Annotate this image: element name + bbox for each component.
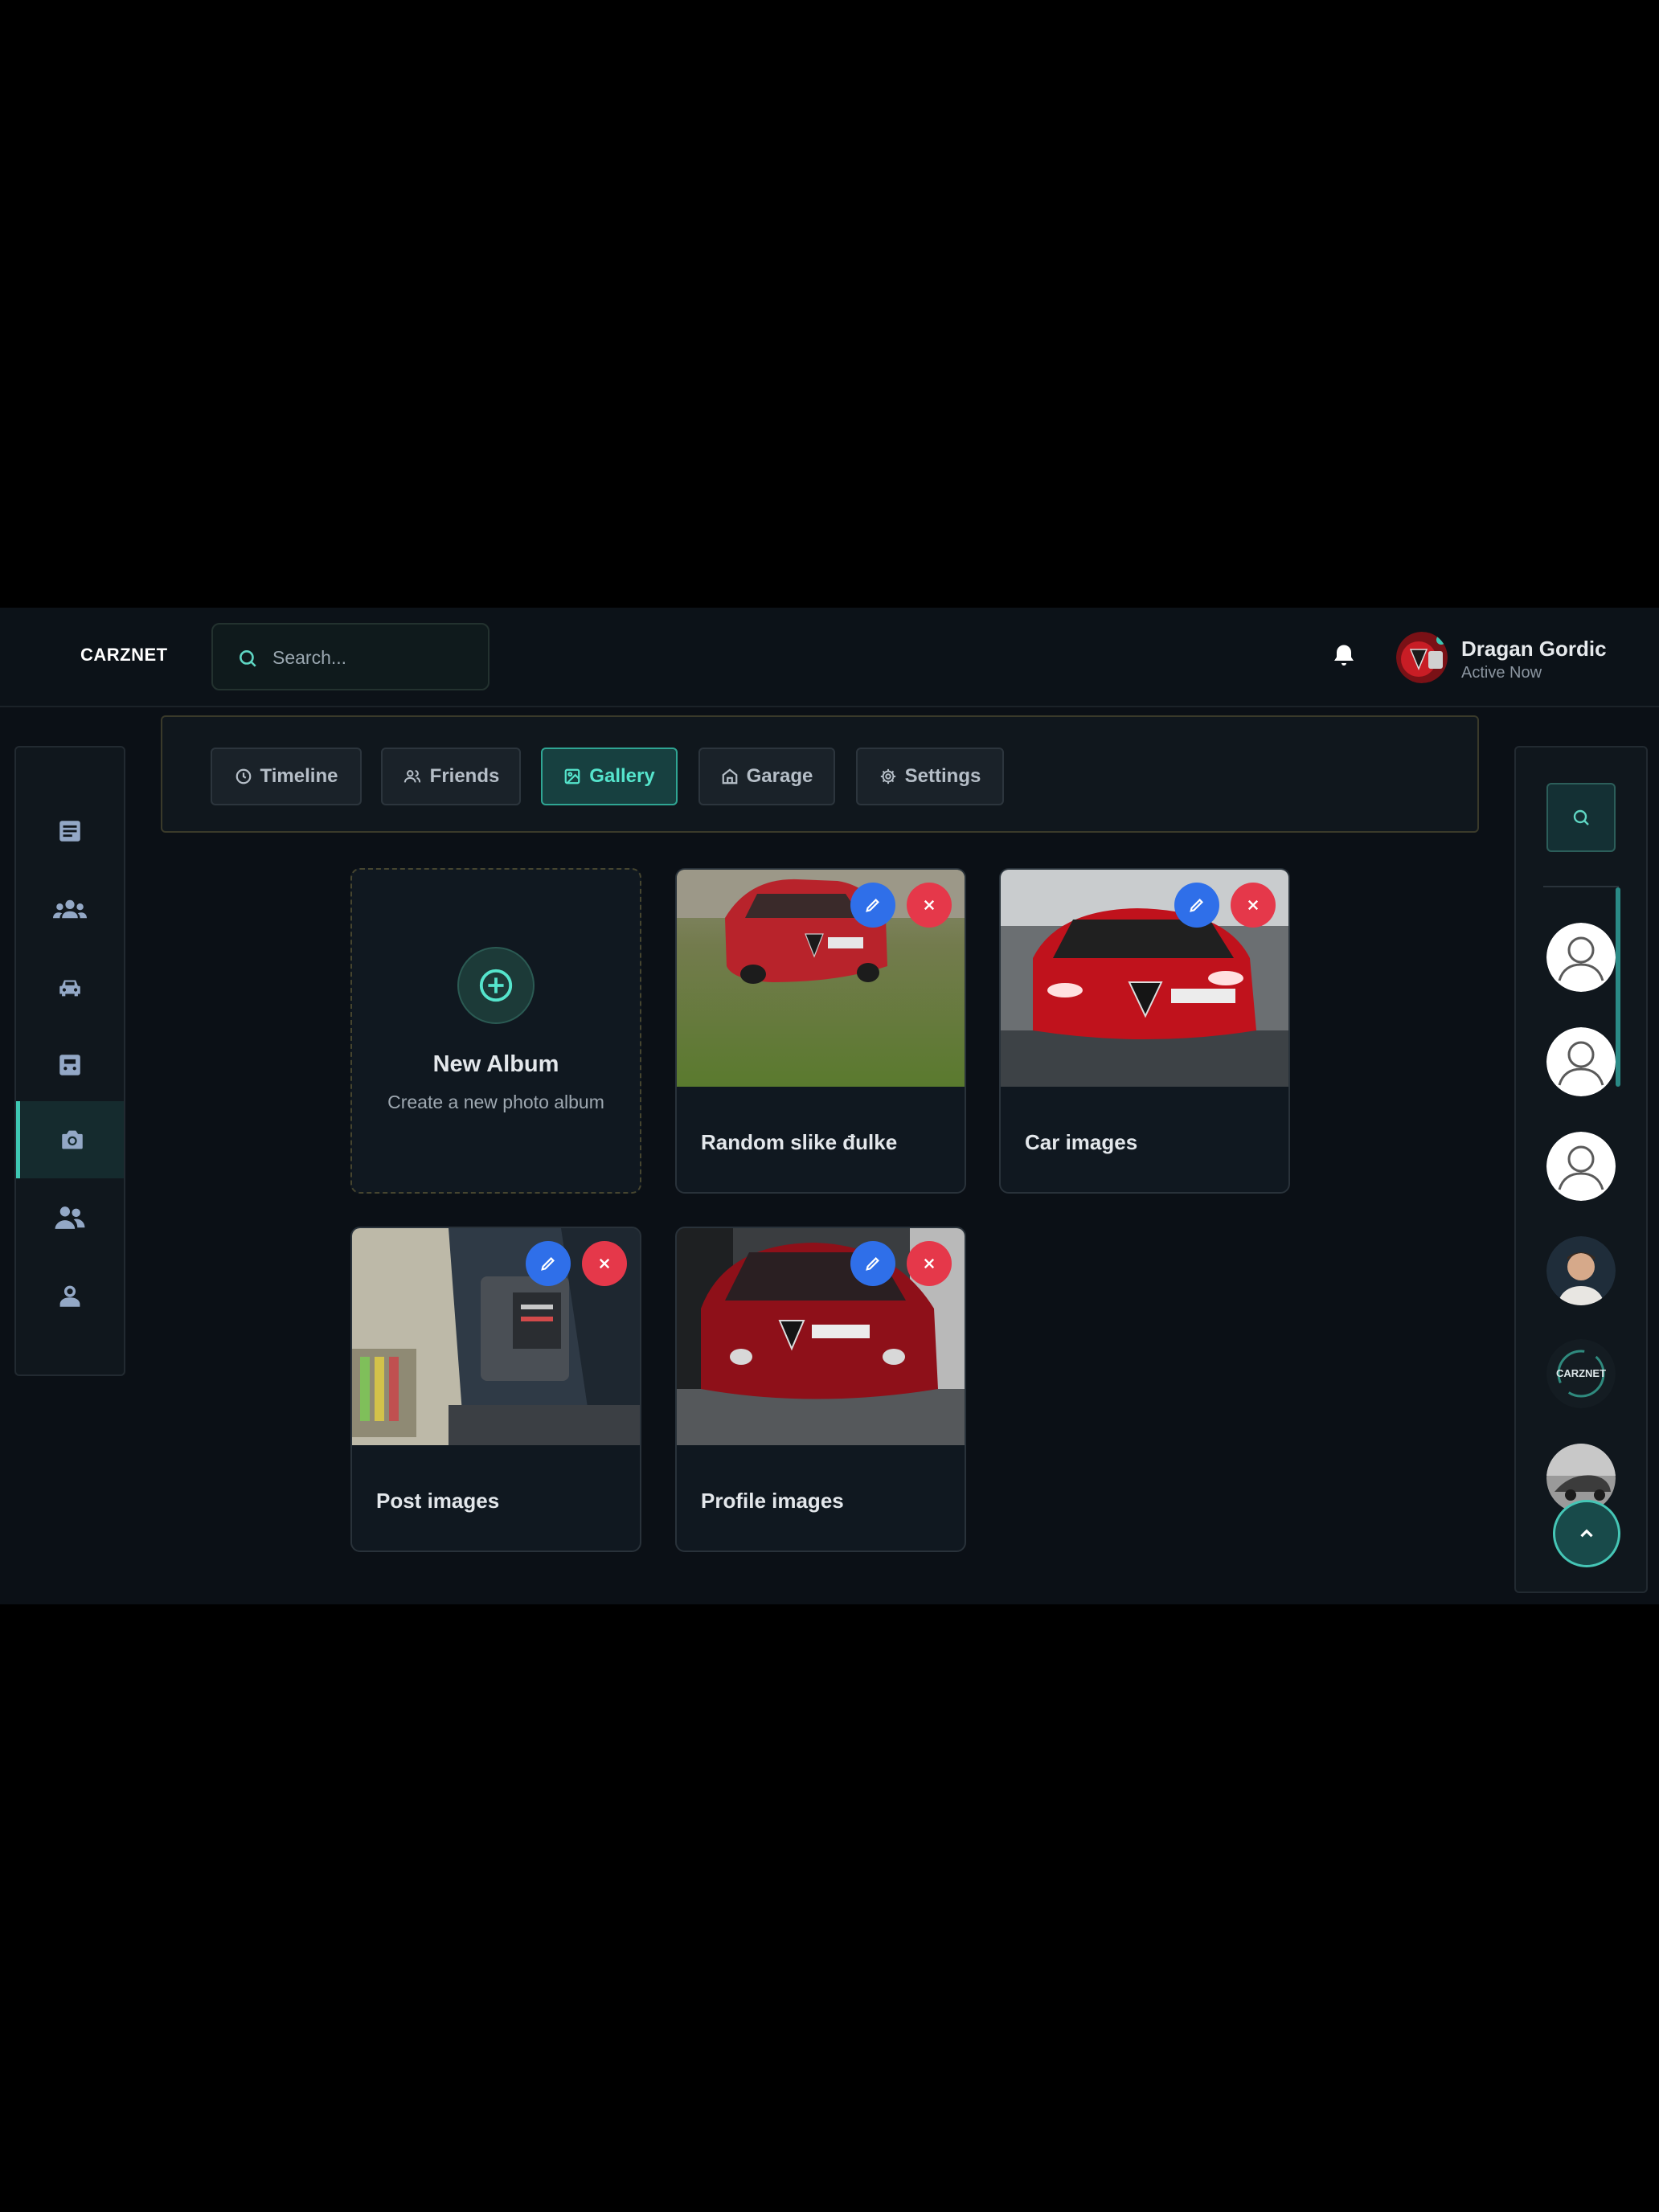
carznet-logo-text: CARZNET [1556, 1367, 1606, 1379]
album-card[interactable]: Profile images [675, 1227, 966, 1552]
delete-album-button[interactable] [907, 1241, 952, 1286]
search-box[interactable] [211, 623, 490, 690]
gear-icon [880, 768, 895, 784]
chevron-up-icon [1580, 1529, 1593, 1538]
edit-album-button[interactable] [850, 883, 895, 928]
album-title: Car images [1025, 1130, 1138, 1154]
top-header: CARZNET Dragan Gordic Active Now [0, 608, 1659, 707]
tab-timeline[interactable]: Timeline [211, 748, 362, 805]
notification-bell-icon[interactable] [1329, 641, 1358, 670]
close-icon [924, 899, 935, 911]
article-icon [59, 821, 80, 842]
home-icon [722, 768, 737, 784]
car-front-icon [59, 1055, 80, 1075]
app-window: CARZNET Dragan Gordic Active Now [0, 608, 1659, 1604]
sidebar-item-garage[interactable] [16, 1026, 124, 1104]
album-card[interactable]: Car images [999, 868, 1290, 1194]
profile-tabs: Timeline Friends Gallery Garage Settings [161, 715, 1479, 833]
sidebar-item-groups[interactable] [16, 870, 124, 948]
friend-avatar[interactable] [1546, 923, 1616, 992]
edit-album-button[interactable] [1174, 883, 1219, 928]
sidebar-item-profile[interactable] [16, 1257, 124, 1334]
friend-avatar[interactable] [1546, 1132, 1616, 1201]
pencil-icon [541, 1257, 555, 1271]
delete-album-button[interactable] [582, 1241, 627, 1286]
scroll-to-top-button[interactable] [1553, 1500, 1620, 1567]
album-card[interactable]: Random slike đulke [675, 868, 966, 1194]
tab-garage[interactable]: Garage [698, 748, 835, 805]
album-title: Post images [376, 1489, 500, 1513]
search-icon [1573, 809, 1589, 825]
car-icon [59, 980, 80, 997]
user-avatar[interactable] [1396, 632, 1448, 683]
close-icon [924, 1258, 935, 1269]
new-album-title: New Album [432, 1051, 559, 1077]
tab-gallery[interactable]: Gallery [541, 748, 678, 805]
scrollbar[interactable] [1616, 887, 1620, 1087]
tab-friends[interactable]: Friends [381, 748, 521, 805]
close-icon [1247, 899, 1259, 911]
tab-friends-label: Friends [429, 765, 500, 787]
divider [1543, 886, 1619, 887]
tab-timeline-label: Timeline [260, 765, 338, 787]
tab-gallery-label: Gallery [589, 765, 655, 787]
friends-sidebar: CARZNET [1514, 746, 1648, 1593]
edit-album-button[interactable] [526, 1241, 571, 1286]
new-album-subtitle: Create a new photo album [387, 1092, 604, 1112]
delete-album-button[interactable] [1231, 883, 1276, 928]
user-name[interactable]: Dragan Gordic [1461, 637, 1607, 662]
users-icon [403, 770, 420, 783]
tab-settings-label: Settings [904, 765, 981, 787]
add-album-button[interactable] [457, 947, 535, 1024]
album-title: Profile images [701, 1489, 844, 1513]
pencil-icon [1190, 899, 1203, 912]
sidebar-item-gallery[interactable] [16, 1101, 124, 1178]
friend-avatar-carznet[interactable]: CARZNET [1546, 1339, 1616, 1408]
friends-search-button[interactable] [1546, 783, 1616, 852]
left-sidebar [14, 746, 125, 1376]
search-icon [240, 650, 256, 667]
sidebar-item-cars[interactable] [16, 948, 124, 1026]
image-icon [564, 768, 580, 784]
delete-album-button[interactable] [907, 883, 952, 928]
sidebar-item-posts[interactable] [16, 793, 124, 870]
person-icon [59, 1285, 80, 1307]
album-card[interactable]: Post images [350, 1227, 641, 1552]
user-status: Active Now [1461, 664, 1542, 682]
album-title: Random slike đulke [701, 1130, 898, 1154]
pencil-icon [866, 899, 879, 912]
brand-logo[interactable]: CARZNET [80, 645, 168, 666]
sidebar-item-friends[interactable] [16, 1179, 124, 1256]
pencil-icon [866, 1257, 879, 1271]
tab-settings[interactable]: Settings [856, 748, 1004, 805]
friend-avatar[interactable] [1546, 1236, 1616, 1305]
new-album-card[interactable]: New Album Create a new photo album [350, 868, 641, 1194]
camera-icon [61, 1130, 83, 1149]
friend-avatar[interactable] [1546, 1027, 1616, 1096]
close-icon [599, 1258, 610, 1269]
groups-icon [53, 899, 87, 919]
edit-album-button[interactable] [850, 1241, 895, 1286]
clock-icon [236, 768, 251, 784]
search-input[interactable] [272, 639, 473, 676]
people-icon [55, 1206, 85, 1229]
plus-circle-icon [479, 969, 513, 1002]
tab-garage-label: Garage [746, 765, 813, 787]
